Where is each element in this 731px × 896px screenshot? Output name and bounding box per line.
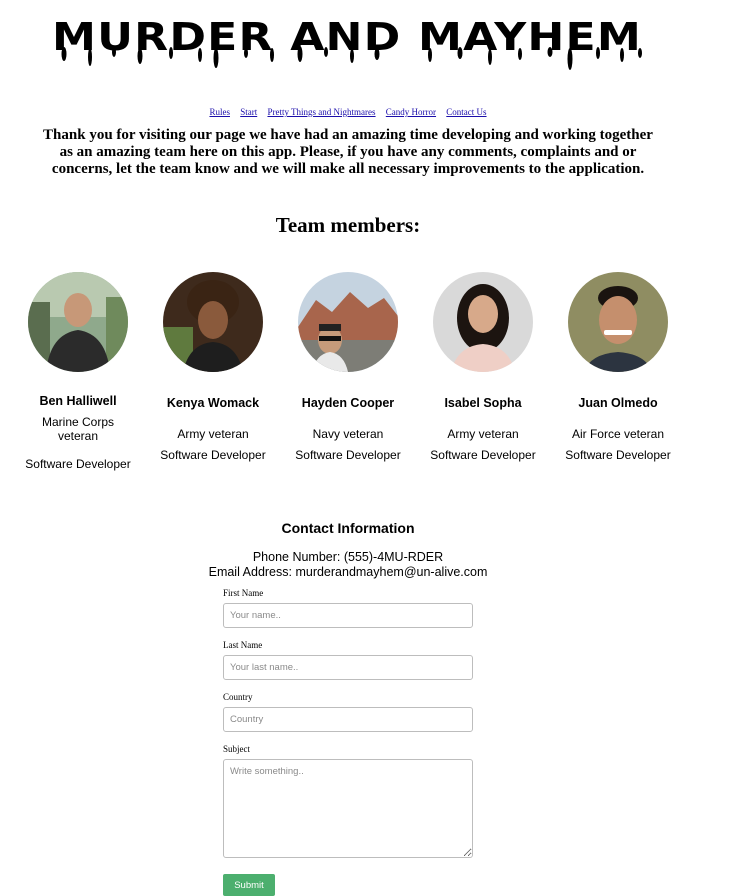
avatar-ben-halliwell bbox=[28, 272, 128, 372]
country-label: Country bbox=[223, 692, 253, 702]
nav-link-pretty-things[interactable]: Pretty Things and Nightmares bbox=[267, 107, 375, 117]
nav-link-candy-horror[interactable]: Candy Horror bbox=[386, 107, 436, 117]
first-name-label: First Name bbox=[223, 588, 264, 598]
member-branch: Navy veteran bbox=[312, 427, 384, 441]
site-logo: MURDER AND MAYHEM bbox=[50, 10, 645, 70]
member-name: Juan Olmedo bbox=[578, 396, 658, 410]
member-branch: Marine Corps veteran bbox=[41, 415, 115, 443]
member-role: Software Developer bbox=[160, 448, 266, 462]
member-role: Software Developer bbox=[295, 448, 401, 462]
contact-heading: Contact Information bbox=[281, 520, 415, 536]
nav-link-contact-us[interactable]: Contact Us bbox=[446, 107, 486, 117]
contact-email: Email Address: murderandmayhem@un-alive.… bbox=[208, 565, 488, 579]
team-heading: Team members: bbox=[275, 213, 421, 237]
contact-form: First Name Last Name Country Subject Sub… bbox=[223, 588, 473, 896]
avatar-isabel-sopha bbox=[433, 272, 533, 372]
team-member-card: Ben Halliwell Marine Corps veteran Softw… bbox=[23, 272, 133, 471]
member-branch: Army veteran bbox=[447, 427, 519, 441]
team-member-card: Hayden Cooper Navy veteran Software Deve… bbox=[293, 272, 403, 462]
submit-button[interactable]: Submit bbox=[223, 874, 275, 896]
last-name-label: Last Name bbox=[223, 640, 263, 650]
last-name-input[interactable] bbox=[223, 655, 473, 680]
member-role: Software Developer bbox=[430, 448, 536, 462]
member-name: Hayden Cooper bbox=[301, 396, 395, 410]
nav-link-start[interactable]: Start bbox=[240, 107, 257, 117]
first-name-input[interactable] bbox=[223, 603, 473, 628]
logo-graphic: MURDER AND MAYHEM bbox=[52, 15, 642, 70]
intro-text: Thank you for visiting our page we have … bbox=[43, 127, 653, 177]
nav-link-rules[interactable]: Rules bbox=[209, 107, 230, 117]
avatar-kenya-womack bbox=[163, 272, 263, 372]
member-role: Software Developer bbox=[565, 448, 671, 462]
member-branch: Army veteran bbox=[177, 427, 249, 441]
avatar-juan-olmedo bbox=[568, 272, 668, 372]
member-name: Isabel Sopha bbox=[444, 396, 522, 410]
team-member-card: Juan Olmedo Air Force veteran Software D… bbox=[563, 272, 673, 462]
top-nav: Rules Start Pretty Things and Nightmares… bbox=[0, 107, 696, 117]
member-name: Ben Halliwell bbox=[39, 394, 117, 408]
team-member-card: Kenya Womack Army veteran Software Devel… bbox=[158, 272, 268, 462]
contact-phone: Phone Number: (555)-4MU-RDER bbox=[252, 550, 444, 564]
avatar-hayden-cooper bbox=[298, 272, 398, 372]
member-branch: Air Force veteran bbox=[571, 427, 665, 441]
country-input[interactable] bbox=[223, 707, 473, 732]
member-role: Software Developer bbox=[25, 457, 131, 471]
team-member-card: Isabel Sopha Army veteran Software Devel… bbox=[428, 272, 538, 462]
subject-textarea[interactable] bbox=[223, 759, 473, 858]
member-name: Kenya Womack bbox=[166, 396, 260, 410]
subject-label: Subject bbox=[223, 744, 250, 754]
